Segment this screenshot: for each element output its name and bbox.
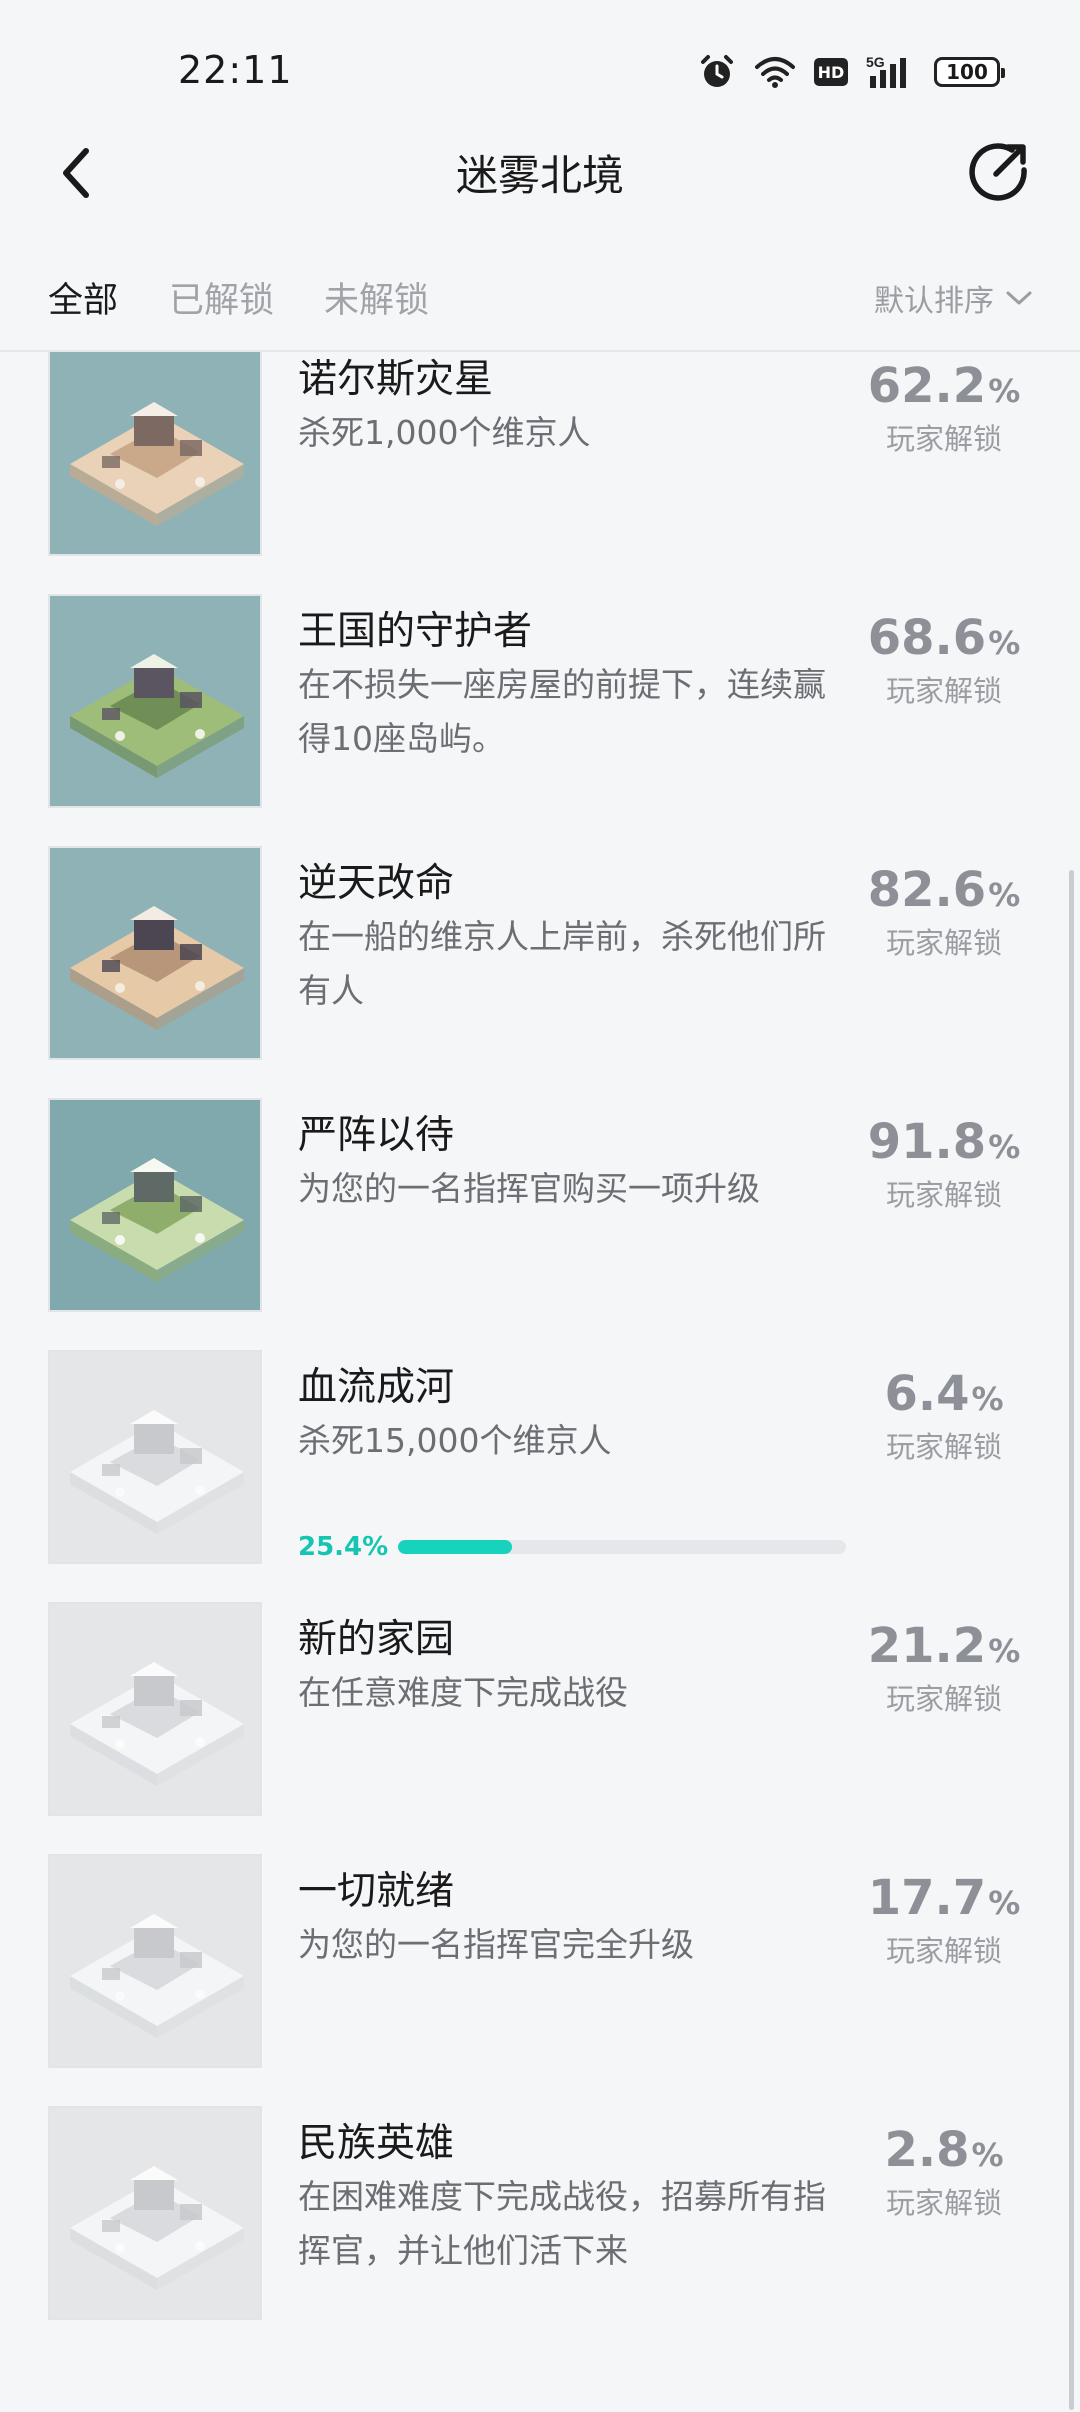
- unlock-percent: 62.2: [867, 358, 987, 414]
- tab-unlocked[interactable]: 已解锁: [169, 272, 274, 323]
- unlock-rate-label: 玩家解锁: [885, 926, 1002, 960]
- chevron-down-icon: [1006, 291, 1032, 305]
- unlock-percent: 6.4: [884, 1366, 970, 1422]
- top-app-bar: 迷雾北境: [0, 120, 1080, 230]
- signal-icon: 5G: [866, 54, 916, 90]
- share-button[interactable]: [964, 136, 1036, 208]
- achievement-row[interactable]: 新的家园 在任意难度下完成战役 21.2% 玩家解锁: [0, 1602, 1080, 1854]
- achievement-description: 在一船的维京人上岸前，杀死他们所有人: [298, 917, 826, 1010]
- achievement-description: 在任意难度下完成战役: [298, 1673, 628, 1712]
- unlock-rate: 82.6% 玩家解锁: [864, 862, 1024, 962]
- sort-label: 默认排序: [874, 284, 994, 319]
- achievement-row[interactable]: 逆天改命 在一船的维京人上岸前，杀死他们所有人 82.6% 玩家解锁: [0, 846, 1080, 1098]
- unlock-rate: 91.8% 玩家解锁: [864, 1114, 1024, 1214]
- achievement-image: [48, 594, 262, 808]
- unlock-percent: 2.8: [884, 2122, 970, 2178]
- achievement-row[interactable]: 王国的守护者 在不损失一座房屋的前提下，连续赢得10座岛屿。 68.6% 玩家解…: [0, 594, 1080, 846]
- status-bar: 22:11 HD 5G 100: [0, 0, 1080, 140]
- status-icons: HD 5G 100: [698, 52, 1005, 92]
- unlock-rate: 21.2% 玩家解锁: [864, 1618, 1024, 1718]
- achievement-row[interactable]: 民族英雄 在困难难度下完成战役，招募所有指挥官，并让他们活下来 2.8% 玩家解…: [0, 2106, 1080, 2358]
- unlock-percent: 17.7: [867, 1870, 987, 1926]
- unlock-rate-label: 玩家解锁: [885, 1430, 1002, 1464]
- percent-sign: %: [988, 624, 1021, 662]
- percent-sign: %: [971, 1380, 1004, 1418]
- percent-sign: %: [988, 372, 1021, 410]
- unlock-rate: 68.6% 玩家解锁: [864, 610, 1024, 710]
- achievement-image: [48, 846, 262, 1060]
- achievement-row[interactable]: 一切就绪 为您的一名指挥官完全升级 17.7% 玩家解锁: [0, 1854, 1080, 2106]
- achievement-description: 为您的一名指挥官购买一项升级: [298, 1169, 760, 1208]
- progress-fill: [398, 1540, 512, 1554]
- unlock-rate: 62.2% 玩家解锁: [864, 358, 1024, 458]
- achievement-image: [48, 2106, 262, 2320]
- svg-text:5G: 5G: [866, 54, 885, 70]
- tab-all[interactable]: 全部: [48, 272, 118, 323]
- achievement-list-content: 诺尔斯灾星 杀死1,000个维京人 62.2% 玩家解锁 王国的守护者 在不损失…: [0, 352, 1080, 2358]
- achievement-description: 为您的一名指挥官完全升级: [298, 1925, 694, 1964]
- unlock-rate: 2.8% 玩家解锁: [864, 2122, 1024, 2222]
- achievement-image: [48, 352, 262, 556]
- unlock-rate-label: 玩家解锁: [885, 422, 1002, 456]
- achievement-title: 严阵以待: [298, 1113, 455, 1158]
- percent-sign: %: [988, 1884, 1021, 1922]
- percent-sign: %: [988, 876, 1021, 914]
- unlock-percent: 68.6: [867, 610, 987, 666]
- percent-sign: %: [988, 1128, 1021, 1166]
- unlock-percent: 91.8: [867, 1114, 987, 1170]
- percent-sign: %: [988, 1632, 1021, 1670]
- percent-sign: %: [971, 2136, 1004, 2174]
- unlock-rate: 6.4% 玩家解锁: [864, 1366, 1024, 1466]
- achievement-image: [48, 1098, 262, 1312]
- achievement-row[interactable]: 严阵以待 为您的一名指挥官购买一项升级 91.8% 玩家解锁: [0, 1098, 1080, 1350]
- alarm-icon: [698, 53, 736, 91]
- unlock-rate-label: 玩家解锁: [885, 1178, 1002, 1212]
- achievement-title: 民族英雄: [298, 2121, 455, 2166]
- achievement-title: 逆天改命: [298, 861, 455, 906]
- sort-dropdown[interactable]: 默认排序: [874, 276, 1032, 320]
- achievement-description: 杀死15,000个维京人: [298, 1421, 612, 1460]
- tab-locked[interactable]: 未解锁: [324, 272, 429, 323]
- unlock-rate-label: 玩家解锁: [885, 1934, 1002, 1968]
- achievement-row[interactable]: 诺尔斯灾星 杀死1,000个维京人 62.2% 玩家解锁: [0, 352, 1080, 594]
- unlock-rate-label: 玩家解锁: [885, 674, 1002, 708]
- achievements-page: 22:11 HD 5G 100 迷雾北境 全部 已解锁 未解锁 默认排序 诺尔斯…: [0, 0, 1080, 2412]
- progress-percent: 25.4%: [298, 1532, 389, 1562]
- hd-icon: HD: [814, 58, 848, 86]
- status-time: 22:11: [178, 48, 293, 92]
- achievement-title: 王国的守护者: [298, 609, 533, 654]
- unlock-percent: 21.2: [867, 1618, 987, 1674]
- achievement-description: 在不损失一座房屋的前提下，连续赢得10座岛屿。: [298, 665, 826, 758]
- unlock-rate-label: 玩家解锁: [885, 2186, 1002, 2220]
- achievement-title: 一切就绪: [298, 1869, 455, 1914]
- progress-track: [398, 1540, 846, 1554]
- share-icon: [969, 143, 1027, 201]
- wifi-icon: [754, 55, 796, 89]
- achievement-image: [48, 1854, 262, 2068]
- achievement-title: 诺尔斯灾星: [298, 357, 494, 402]
- achievement-image: [48, 1350, 262, 1564]
- battery-icon: 100: [934, 57, 1005, 87]
- achievement-list[interactable]: 诺尔斯灾星 杀死1,000个维京人 62.2% 玩家解锁 王国的守护者 在不损失…: [0, 352, 1080, 2412]
- achievement-image: [48, 1602, 262, 1816]
- achievement-row[interactable]: 血流成河 杀死15,000个维京人 6.4% 玩家解锁 25.4%: [0, 1350, 1080, 1602]
- achievement-title: 血流成河: [298, 1365, 455, 1410]
- filter-tabs: 全部 已解锁 未解锁 默认排序: [0, 258, 1080, 352]
- page-title: 迷雾北境: [455, 151, 624, 200]
- achievement-description: 在困难难度下完成战役，招募所有指挥官，并让他们活下来: [298, 2177, 826, 2270]
- unlock-rate: 17.7% 玩家解锁: [864, 1870, 1024, 1970]
- achievement-progress: 25.4%: [298, 1532, 846, 1562]
- achievement-description: 杀死1,000个维京人: [298, 413, 591, 452]
- unlock-rate-label: 玩家解锁: [885, 1682, 1002, 1716]
- scrollbar[interactable]: [1069, 870, 1074, 2410]
- achievement-title: 新的家园: [298, 1617, 455, 1662]
- unlock-percent: 82.6: [867, 862, 987, 918]
